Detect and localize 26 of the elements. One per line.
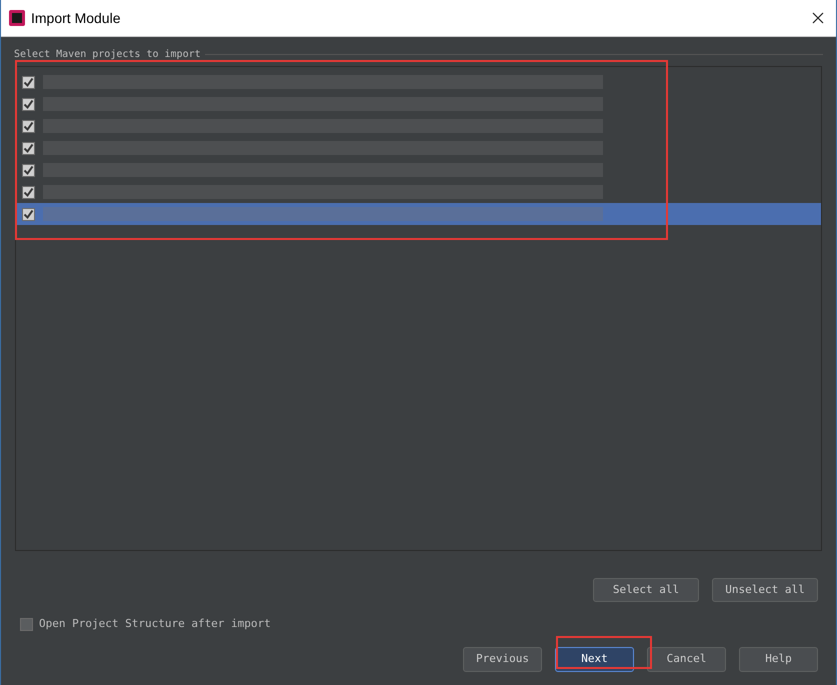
checkbox[interactable]: [22, 142, 35, 154]
checkbox[interactable]: [22, 98, 35, 110]
check-icon: [23, 186, 34, 198]
checkbox[interactable]: [20, 618, 33, 631]
wizard-button[interactable]: Help: [739, 646, 818, 672]
check-icon: [23, 142, 34, 154]
checkbox[interactable]: [22, 164, 35, 176]
list-action-button[interactable]: Select all: [593, 578, 699, 602]
check-icon: [23, 76, 34, 88]
wizard-button[interactable]: Cancel: [647, 646, 726, 672]
window-title: Import Module: [31, 8, 122, 28]
app-icon: [9, 10, 25, 26]
wizard-button[interactable]: Previous: [463, 646, 542, 672]
group-label: Select Maven projects to import: [14, 48, 201, 62]
checkbox[interactable]: [22, 76, 35, 88]
close-icon[interactable]: [812, 12, 824, 24]
checkbox-label: Open Project Structure after import: [39, 616, 271, 632]
check-icon: [23, 120, 34, 132]
checkbox[interactable]: [22, 186, 35, 198]
wizard-button[interactable]: Next: [555, 646, 634, 672]
check-icon: [23, 98, 34, 110]
list-action-button[interactable]: Unselect all: [712, 578, 818, 602]
checkbox[interactable]: [22, 120, 35, 132]
checkbox[interactable]: [22, 208, 35, 220]
check-icon: [23, 164, 34, 176]
check-icon: [23, 208, 34, 220]
